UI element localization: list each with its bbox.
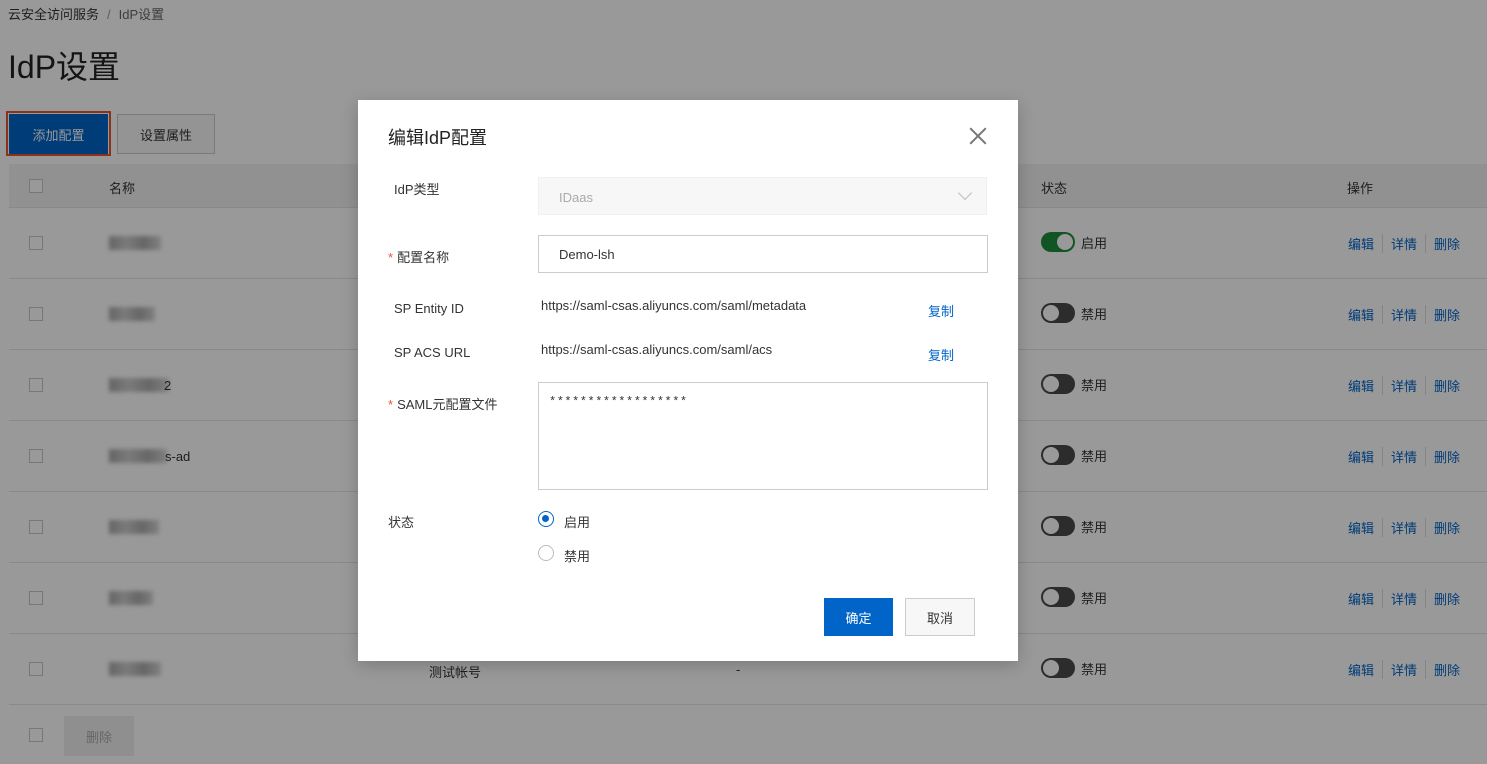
dialog-title: 编辑IdP配置 <box>388 128 488 148</box>
status-disabled-label[interactable]: 禁用 <box>564 546 590 565</box>
idp-type-select[interactable]: IDaas <box>538 177 987 215</box>
idp-type-value: IDaas <box>559 190 593 205</box>
required-mark: * <box>388 397 394 412</box>
close-icon[interactable] <box>966 124 990 148</box>
confirm-button[interactable]: 确定 <box>824 598 893 636</box>
sp-acs-url-value: https://saml-csas.aliyuncs.com/saml/acs <box>541 342 773 357</box>
copy-acs-url-link[interactable]: 复制 <box>928 345 954 364</box>
saml-metadata-label: * SAML元配置文件 <box>388 394 497 413</box>
status-enabled-label[interactable]: 启用 <box>564 512 590 531</box>
sp-acs-url-label: SP ACS URL <box>394 345 471 360</box>
config-name-label: * 配置名称 <box>388 247 449 266</box>
cancel-button[interactable]: 取消 <box>905 598 975 636</box>
sp-entity-id-value: https://saml-csas.aliyuncs.com/saml/meta… <box>541 298 807 313</box>
edit-idp-dialog: 编辑IdP配置 IdP类型 IDaas *配置名称 SP Entity ID h… <box>358 100 1018 661</box>
status-enabled-radio[interactable] <box>538 511 554 527</box>
saml-metadata-label-text: SAML元配置文件 <box>397 397 498 412</box>
config-name-label-text: 配置名称 <box>397 250 450 265</box>
status-disabled-radio[interactable] <box>538 545 554 561</box>
sp-entity-id-label: SP Entity ID <box>394 301 464 316</box>
config-name-input[interactable] <box>538 235 988 273</box>
status-label: 状态 <box>388 515 415 530</box>
idp-type-label: IdP类型 <box>394 182 440 197</box>
copy-entity-id-link[interactable]: 复制 <box>928 301 954 320</box>
chevron-down-icon <box>957 185 973 201</box>
required-mark: * <box>388 250 394 265</box>
saml-metadata-textarea[interactable]: ****************** <box>538 382 988 490</box>
